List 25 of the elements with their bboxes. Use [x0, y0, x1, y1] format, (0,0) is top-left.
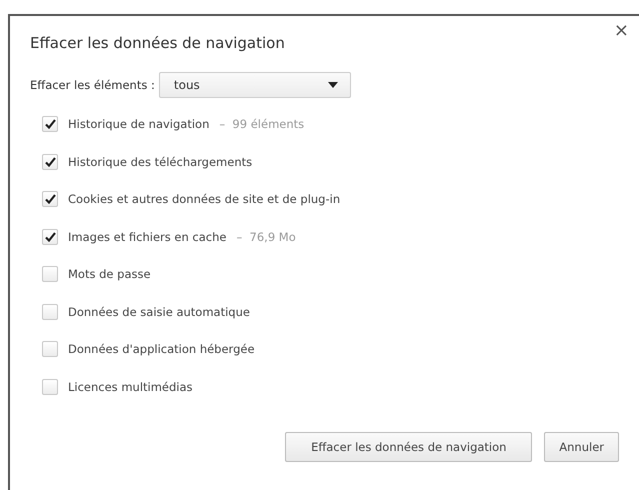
option-label: Historique des téléchargements [68, 154, 252, 168]
range-label: Effacer les éléments : [30, 78, 155, 92]
range-dropdown[interactable]: tous [158, 72, 351, 98]
dialog-title: Effacer les données de navigation [30, 34, 286, 52]
cancel-button[interactable]: Annuler [544, 432, 619, 462]
clear-button[interactable]: Effacer les données de navigation [285, 432, 532, 462]
checkbox[interactable] [42, 266, 58, 282]
option-detail: – 99 éléments [219, 117, 304, 131]
option-detail: – 76,9 Mo [236, 230, 296, 244]
option-label: Licences multimédias [68, 380, 193, 394]
checkbox[interactable] [42, 191, 58, 207]
checkbox[interactable] [42, 154, 58, 170]
option-label: Images et fichiers en cache [68, 230, 226, 244]
checkbox[interactable] [42, 378, 58, 394]
option-label: Cookies et autres données de site et de plug-in [68, 192, 340, 206]
checkbox[interactable] [42, 228, 58, 244]
checkbox[interactable] [42, 304, 58, 320]
checkbox[interactable] [42, 116, 58, 132]
checkbox[interactable] [42, 341, 58, 357]
option-label: Données de saisie automatique [68, 304, 250, 318]
option-label: Données d'application hébergée [68, 342, 255, 356]
option-label: Mots de passe [68, 267, 151, 281]
caret-icon [328, 82, 338, 88]
option-label: Historique de navigation [68, 117, 210, 131]
close-button[interactable]: × [610, 22, 633, 40]
